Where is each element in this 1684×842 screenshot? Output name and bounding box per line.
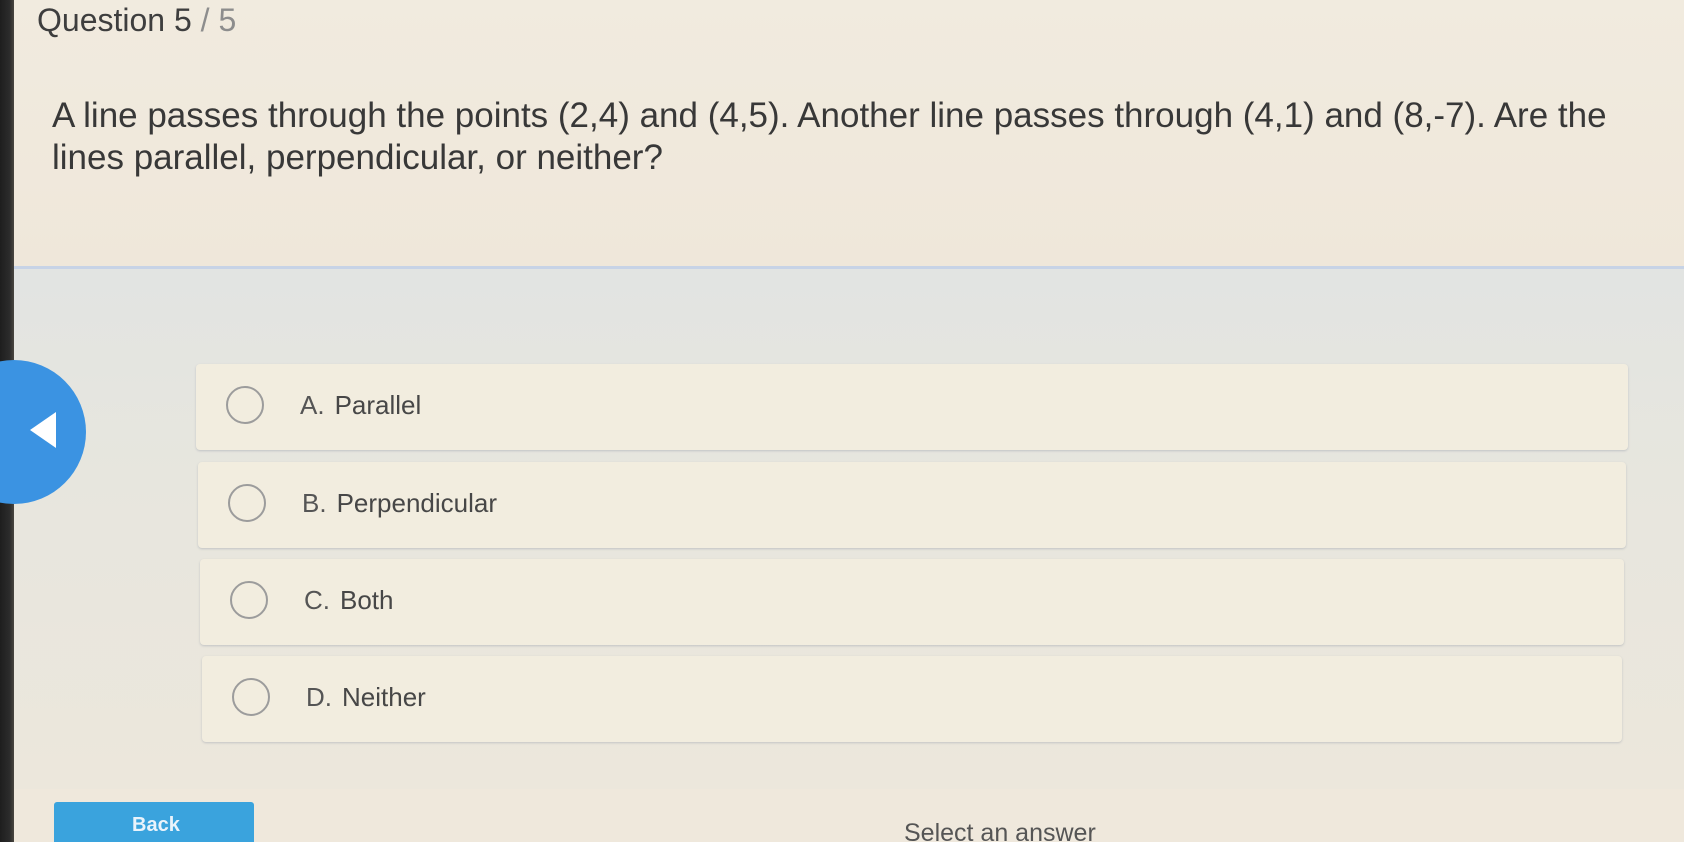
option-letter: D.: [306, 682, 332, 712]
option-text: Both: [340, 585, 394, 615]
option-d-label: D. Neither: [306, 682, 426, 713]
question-counter-total: 5: [218, 2, 237, 38]
radio-circle-icon[interactable]: [226, 386, 264, 424]
option-c-label: C. Both: [304, 585, 394, 616]
quiz-screen: Question 5 / 5 A line passes through the…: [0, 0, 1684, 842]
radio-circle-icon[interactable]: [232, 678, 270, 716]
radio-circle-icon[interactable]: [230, 581, 268, 619]
question-counter-current: 5: [173, 2, 192, 38]
option-a-label: A. Parallel: [300, 390, 421, 421]
question-counter-label: Question: [37, 2, 166, 38]
radio-circle-icon[interactable]: [228, 484, 266, 522]
option-b-label: B. Perpendicular: [302, 488, 497, 519]
question-header: Question 5 / 5 A line passes through the…: [14, 0, 1684, 269]
question-counter: Question 5 / 5: [37, 2, 236, 39]
left-triangle-icon: [30, 412, 56, 448]
option-text: Perpendicular: [336, 488, 498, 518]
option-c[interactable]: C. Both: [200, 559, 1624, 645]
back-button-label: Back: [132, 814, 180, 836]
option-b[interactable]: B. Perpendicular: [198, 462, 1626, 548]
footer-bar: Back Select an answer: [14, 789, 1684, 842]
back-button[interactable]: Back: [54, 802, 254, 842]
option-letter: A.: [300, 390, 325, 420]
option-letter: B.: [302, 488, 327, 518]
option-a[interactable]: A. Parallel: [196, 364, 1628, 450]
option-letter: C.: [304, 585, 330, 615]
option-text: Parallel: [334, 390, 422, 420]
answers-area: A. Parallel B. Perpendicular C. Both D. Neit…: [14, 269, 1684, 789]
option-text: Neither: [342, 682, 426, 712]
answer-status: Select an answer: [904, 819, 1096, 842]
question-counter-separator: /: [200, 2, 210, 38]
question-text: A line passes through the points (2,4) a…: [52, 96, 1607, 177]
option-d[interactable]: D. Neither: [202, 656, 1622, 742]
